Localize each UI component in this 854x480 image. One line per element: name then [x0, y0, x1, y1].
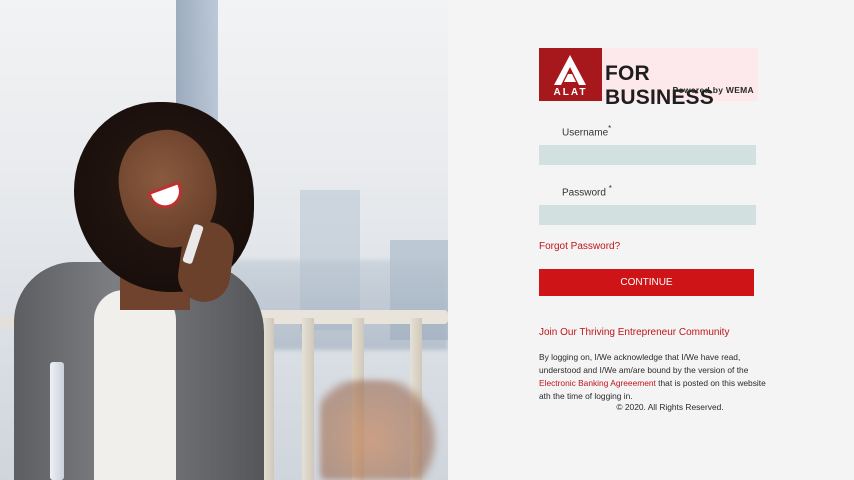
continue-button[interactable]: CONTINUE: [539, 269, 754, 296]
woman-shirt: [94, 290, 176, 480]
brand-subtitle: Powered by WEMA: [672, 85, 754, 95]
brand-text: FOR BUSINESS Powered by WEMA: [602, 48, 758, 109]
folder: [50, 362, 64, 480]
alat-wordmark: ALAT: [553, 87, 588, 98]
alat-logo-mark: ALAT: [539, 48, 602, 101]
disclaimer-text-before: By logging on, I/We acknowledge that I/W…: [539, 352, 749, 375]
username-label: Username*: [562, 124, 611, 138]
password-label-text: Password: [562, 187, 606, 199]
required-marker: *: [608, 184, 612, 193]
required-marker: *: [608, 124, 612, 133]
background-blur: [320, 380, 448, 480]
username-label-text: Username: [562, 127, 609, 139]
alat-a-icon: [554, 55, 586, 85]
username-field[interactable]: [539, 145, 756, 165]
copyright: © 2020. All Rights Reserved.: [616, 402, 724, 412]
brand-logo: ALAT FOR BUSINESS Powered by WEMA: [539, 48, 758, 109]
forgot-password-link[interactable]: Forgot Password?: [539, 241, 620, 252]
join-community-link[interactable]: Join Our Thriving Entrepreneur Community: [539, 327, 729, 338]
hero-photo: [0, 0, 448, 480]
password-label: Password *: [562, 184, 612, 198]
electronic-banking-agreement-link[interactable]: Electronic Banking Agreeement: [539, 378, 656, 388]
rail-post: [302, 318, 314, 480]
disclaimer-text: By logging on, I/We acknowledge that I/W…: [539, 351, 769, 403]
password-field[interactable]: [539, 205, 756, 225]
